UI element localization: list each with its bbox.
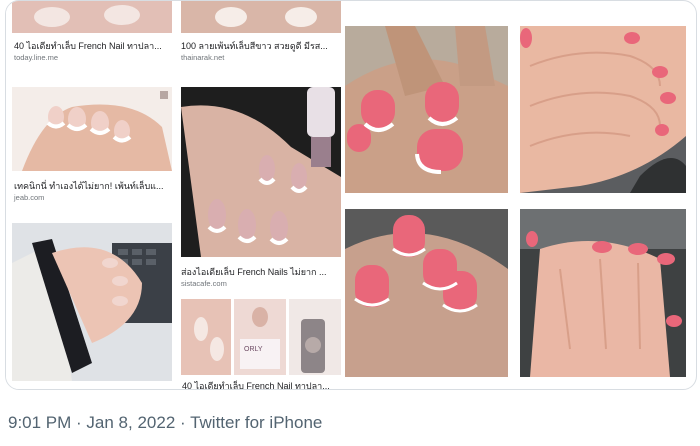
collage-panel[interactable]: 40 ไอเดียทำเล็บ French Nail ทาปลา... tod… bbox=[6, 1, 341, 389]
thumb-bottom-2[interactable]: ORLY bbox=[234, 299, 286, 375]
result-caption[interactable]: 40 ไอเดียทำเล็บ French Nail ทาปลา... bbox=[182, 379, 341, 389]
thumb-french-nails-laptop[interactable] bbox=[12, 223, 172, 381]
result-source: today.line.me bbox=[14, 53, 59, 62]
result-caption[interactable]: เทคนิกนี่ ทำเองได้ไม่ยาก! เพ้นท์เล็บแ... bbox=[14, 179, 174, 193]
thumb-bottom-3[interactable] bbox=[289, 299, 341, 375]
photo-pink-tips-1[interactable] bbox=[520, 26, 686, 193]
result-source: thainarak.net bbox=[181, 53, 225, 62]
result-source: sistacafe.com bbox=[181, 279, 227, 288]
photo-pink-nails-2[interactable] bbox=[345, 209, 508, 377]
thumb-french-nails-2[interactable] bbox=[181, 87, 341, 257]
photo-pink-nails-1[interactable] bbox=[345, 26, 508, 193]
tweet-media-card[interactable]: 40 ไอเดียทำเล็บ French Nail ทาปลา... tod… bbox=[5, 0, 697, 390]
result-caption[interactable]: 100 ลายเพ้นท์เล็บสีขาว สวยดูดี มีรส... bbox=[181, 39, 341, 53]
tweet-timestamp[interactable]: 9:01 PM · Jan 8, 2022 · Twitter for iPho… bbox=[8, 413, 322, 433]
photo-pink-tips-2[interactable] bbox=[520, 209, 686, 377]
result-caption[interactable]: 40 ไอเดียทำเล็บ French Nail ทาปลา... bbox=[14, 39, 174, 53]
thumb-french-nails-1[interactable] bbox=[12, 87, 172, 171]
thumb-top-left[interactable] bbox=[12, 1, 172, 33]
svg-text:ORLY: ORLY bbox=[244, 346, 263, 353]
result-source: jeab.com bbox=[14, 193, 45, 202]
result-caption[interactable]: ส่องไอเดียเล็บ French Nails ไม่ยาก ... bbox=[181, 265, 341, 279]
thumb-top-right[interactable] bbox=[181, 1, 341, 33]
thumb-bottom-1[interactable] bbox=[181, 299, 231, 375]
